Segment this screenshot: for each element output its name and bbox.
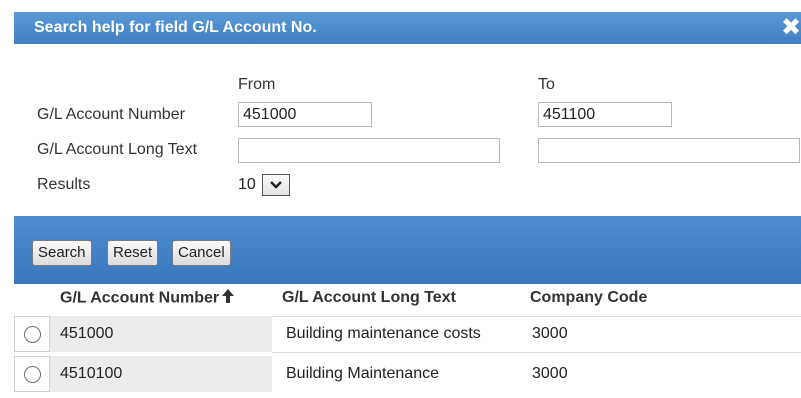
row-radio-button[interactable] xyxy=(23,325,41,343)
column-header-account-number-label: G/L Account Number xyxy=(60,289,220,307)
cancel-button[interactable]: Cancel xyxy=(172,240,231,266)
account-number-label: G/L Account Number xyxy=(37,106,185,123)
account-long-text-from-input[interactable] xyxy=(238,138,500,163)
search-button[interactable]: Search xyxy=(32,240,92,266)
account-long-text-to-input[interactable] xyxy=(538,138,800,163)
search-criteria-form: From To G/L Account Number G/L Account L… xyxy=(14,44,801,216)
row-account-number: 451000 xyxy=(50,316,272,352)
close-x-icon[interactable]: ✖ xyxy=(779,16,801,40)
row-company-code: 3000 xyxy=(532,365,568,382)
sort-ascending-arrow-icon[interactable] xyxy=(222,289,235,308)
row-long-text: Building maintenance costs xyxy=(286,325,481,342)
table-row[interactable]: 451000 Building maintenance costs 3000 xyxy=(14,316,801,352)
action-toolbar: Search Reset Cancel xyxy=(14,216,801,284)
row-radio-button[interactable] xyxy=(23,365,41,383)
row-divider xyxy=(272,316,801,317)
row-select-cell[interactable] xyxy=(14,316,50,352)
from-header: From xyxy=(238,76,276,93)
account-number-to-input[interactable] xyxy=(538,102,672,127)
column-header-account-number[interactable]: G/L Account Number xyxy=(60,289,235,308)
to-header: To xyxy=(538,76,555,93)
chevron-down-icon[interactable] xyxy=(261,174,290,196)
account-number-from-input[interactable] xyxy=(238,102,372,127)
table-row[interactable]: 4510100 Building Maintenance 3000 xyxy=(14,356,801,392)
results-label: Results xyxy=(37,176,91,193)
row-long-text: Building Maintenance xyxy=(286,365,439,382)
column-header-long-text[interactable]: G/L Account Long Text xyxy=(282,289,456,307)
results-count-select[interactable]: 10 xyxy=(238,173,290,197)
row-company-code: 3000 xyxy=(532,325,568,342)
results-count-value: 10 xyxy=(238,176,256,193)
row-divider xyxy=(272,352,801,353)
account-long-text-label: G/L Account Long Text xyxy=(37,141,198,158)
dialog-title-bar: Search help for field G/L Account No. ✖ xyxy=(14,12,801,44)
row-select-cell[interactable] xyxy=(14,356,50,392)
row-account-number: 4510100 xyxy=(50,356,272,392)
dialog-title: Search help for field G/L Account No. xyxy=(34,19,317,36)
column-header-company-code[interactable]: Company Code xyxy=(530,289,647,307)
results-table: G/L Account Number G/L Account Long Text… xyxy=(14,284,801,398)
reset-button[interactable]: Reset xyxy=(107,240,159,266)
